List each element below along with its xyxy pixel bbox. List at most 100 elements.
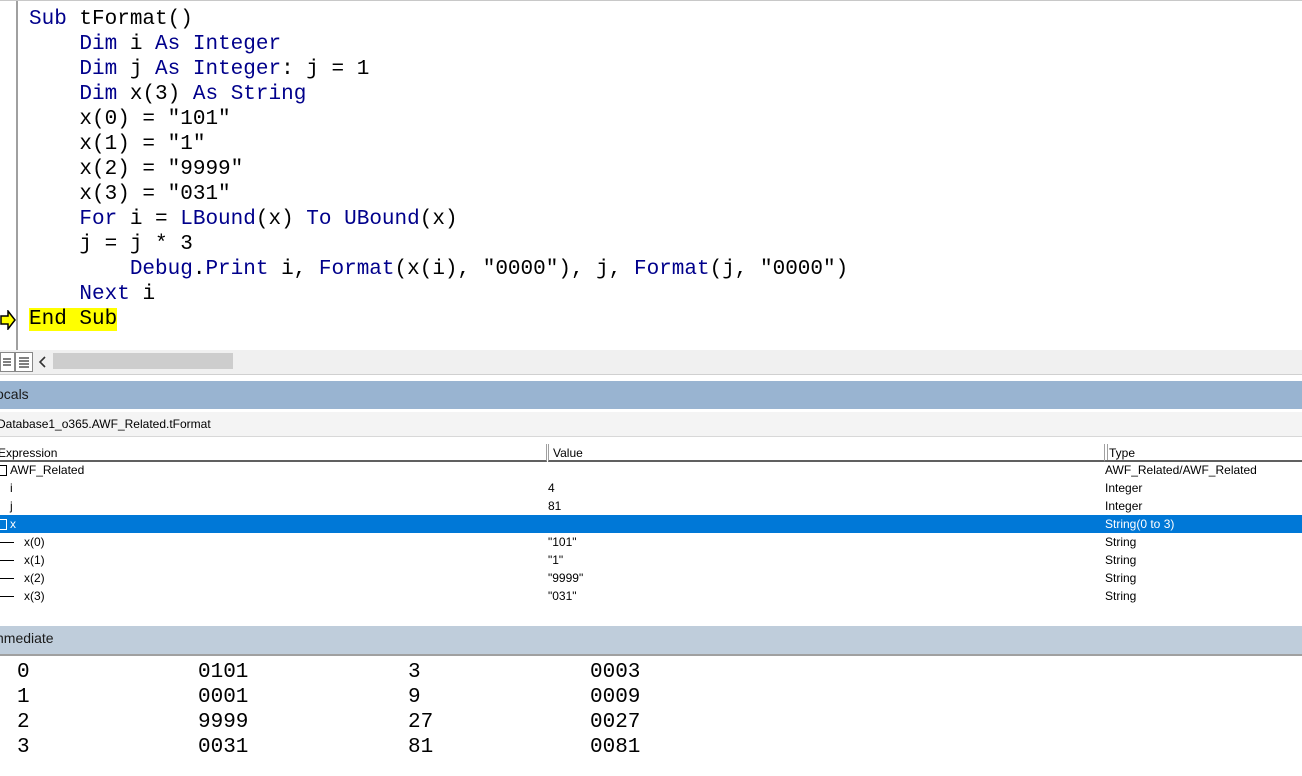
code-keyword: Dim <box>79 33 118 56</box>
code-keyword: As <box>192 83 219 106</box>
code-line[interactable]: End Sub <box>29 307 118 332</box>
code-text: x(2) = "9999" <box>79 158 244 181</box>
locals-row[interactable]: j 81 Integer <box>0 497 1302 515</box>
scroll-thumb[interactable] <box>53 353 233 369</box>
locals-row[interactable]: x(0) "101" String <box>0 533 1302 551</box>
tree-line-icon <box>0 560 14 561</box>
code-keyword: String <box>230 83 307 106</box>
immediate-output-value: 0003 <box>590 661 641 684</box>
column-header-type[interactable]: Type <box>1104 444 1302 462</box>
code-line[interactable]: Dim x(3) As String <box>29 82 306 107</box>
locals-row[interactable]: x(1) "1" String <box>0 551 1302 569</box>
locals-cell-type: String <box>1105 589 1137 603</box>
margin-indicator-bar[interactable] <box>0 1 18 351</box>
code-line[interactable]: Sub tFormat() <box>29 7 193 32</box>
code-keyword: Format <box>318 258 395 281</box>
tree-line-icon <box>0 542 14 543</box>
locals-cell-expr: AWF_Related <box>10 463 85 477</box>
full-module-view-button[interactable] <box>15 352 33 372</box>
locals-row[interactable]: i 4 Integer <box>0 479 1302 497</box>
code-text: End Sub <box>29 308 118 331</box>
immediate-output-value: 81 <box>408 736 434 759</box>
code-text: : j = 1 <box>281 58 370 81</box>
column-header-expression[interactable]: Expression <box>0 444 547 462</box>
locals-cell-type: String <box>1105 553 1137 567</box>
code-text: i = <box>117 208 181 231</box>
code-keyword: For <box>79 208 118 231</box>
locals-row[interactable]: x(2) "9999" String <box>0 569 1302 587</box>
chevron-left-icon[interactable] <box>37 355 49 369</box>
locals-cell-type: Integer <box>1105 499 1143 513</box>
immediate-window-output[interactable]: 0 0101 3 0003 1 0001 9 0009 2 9999 27 0027 3 0031 81 00… <box>0 656 1302 776</box>
code-keyword: Integer <box>192 33 282 56</box>
code-keyword: UBound <box>344 208 420 231</box>
locals-row[interactable]: x String(0 to 3) <box>0 515 1302 533</box>
code-text: . <box>192 258 206 281</box>
code-line[interactable]: x(3) = "031" <box>29 182 231 207</box>
immediate-output-value: 0031 <box>198 736 249 759</box>
code-keyword: Format <box>633 258 710 281</box>
code-keyword: Print <box>205 258 269 281</box>
code-line[interactable]: x(1) = "1" <box>29 132 205 157</box>
code-line[interactable]: x(0) = "101" <box>29 107 230 132</box>
locals-row[interactable]: x(3) "031" String <box>0 587 1302 605</box>
locals-cell-type: Integer <box>1105 481 1143 495</box>
locals-grid[interactable]: Expression Value Type AWF_Related AWF_Rel… <box>0 444 1302 614</box>
locals-cell-expr: i <box>10 481 13 495</box>
code-line[interactable]: Debug.Print i, Format(x(i), "0000"), j, … <box>29 257 848 282</box>
code-line[interactable]: For i = LBound(x) To UBound(x) <box>29 207 458 232</box>
locals-cell-type: AWF_Related/AWF_Related <box>1105 463 1257 477</box>
code-line[interactable]: j = j * 3 <box>29 232 192 257</box>
locals-cell-expr: x <box>10 517 16 531</box>
code-text: (x) <box>419 208 458 231</box>
locals-cell-value: "1" <box>548 553 564 567</box>
code-text: (j, "0000") <box>709 258 849 281</box>
locals-cell-type: String(0 to 3) <box>1105 517 1175 531</box>
code-text: x(3) <box>117 83 193 106</box>
locals-row[interactable]: AWF_Related AWF_Related/AWF_Related <box>0 461 1302 479</box>
editor-horizontal-scrollbar[interactable] <box>0 350 1302 375</box>
procedure-view-icon <box>3 358 11 366</box>
immediate-output-value: 0101 <box>198 661 249 684</box>
code-text: i <box>129 283 156 306</box>
code-line[interactable]: Dim i As Integer <box>29 32 281 57</box>
code-line[interactable]: Next i <box>29 282 155 307</box>
code-text: x(1) = "1" <box>79 133 206 156</box>
code-text: j <box>117 58 156 81</box>
immediate-output-value: 1 <box>17 686 30 709</box>
locals-cell-expr: x(1) <box>24 553 45 567</box>
full-module-view-icon <box>19 357 29 368</box>
code-editor[interactable]: Sub tFormat() Dim i As Integer Dim j As … <box>0 0 1302 351</box>
code-text: i <box>117 33 156 56</box>
code-keyword: As <box>155 33 181 56</box>
execution-arrow-icon <box>0 310 16 330</box>
code-text: x(3) = "031" <box>79 183 231 206</box>
immediate-output-value: 9999 <box>198 711 249 734</box>
expand-collapse-icon[interactable] <box>0 465 7 476</box>
immediate-output-value: 3 <box>17 736 30 759</box>
locals-window-title: ocals <box>0 381 1302 409</box>
locals-cell-expr: j <box>10 499 13 513</box>
code-line[interactable]: x(2) = "9999" <box>29 157 243 182</box>
expand-collapse-icon[interactable] <box>0 519 7 530</box>
locals-cell-value: 4 <box>548 481 555 495</box>
code-line[interactable]: Dim j As Integer: j = 1 <box>29 57 369 82</box>
code-keyword: To <box>306 208 332 231</box>
column-header-value[interactable]: Value <box>548 444 1108 462</box>
immediate-output-value: 0081 <box>590 736 641 759</box>
code-keyword: Integer <box>192 58 282 81</box>
code-text: tFormat() <box>66 8 193 31</box>
code-text: (x(i), "0000"), j, <box>394 258 634 281</box>
locals-cell-type: String <box>1105 535 1137 549</box>
locals-cell-type: String <box>1105 571 1137 585</box>
procedure-view-button[interactable] <box>0 352 15 372</box>
